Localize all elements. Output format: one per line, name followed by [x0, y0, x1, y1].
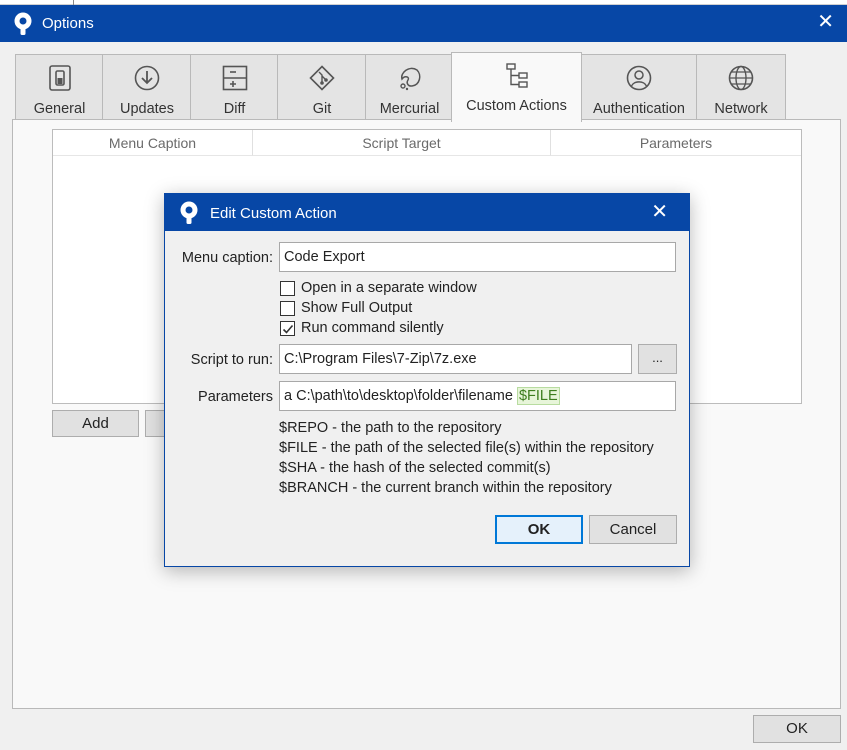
tab-git[interactable]: Git [277, 54, 367, 121]
tab-mercurial[interactable]: Mercurial [365, 54, 454, 121]
menu-caption-input[interactable]: Code Export [279, 242, 676, 272]
tab-label: Updates [119, 101, 174, 117]
tab-label: Custom Actions [466, 98, 567, 114]
help-line-file: $FILE - the path of the selected file(s)… [279, 440, 654, 456]
sourcetree-logo-icon [180, 201, 198, 224]
close-icon[interactable]: ✕ [817, 12, 834, 32]
help-line-sha: $SHA - the hash of the selected commit(s… [279, 460, 551, 476]
tab-authentication[interactable]: Authentication [580, 54, 698, 121]
checkbox-label: Open in a separate window [301, 280, 477, 296]
parameters-label: Parameters [198, 389, 273, 405]
script-to-run-label: Script to run: [190, 352, 273, 368]
column-header-parameters[interactable]: Parameters [551, 130, 801, 156]
dialog-title: Edit Custom Action [210, 205, 337, 222]
tab-updates[interactable]: Updates [102, 54, 192, 121]
dialog-titlebar: Edit Custom Action ✕ [165, 194, 689, 231]
tab-label: Network [714, 101, 768, 117]
parameters-text: a C:\path\to\desktop\folder\filename [284, 388, 517, 404]
toggle-switch-icon [48, 65, 71, 91]
show-full-output-checkbox[interactable] [280, 301, 295, 316]
download-circle-icon [134, 65, 160, 91]
help-line-branch: $BRANCH - the current branch within the … [279, 480, 612, 496]
file-variable-token: $FILE [516, 387, 560, 405]
column-header-menu-caption[interactable]: Menu Caption [53, 130, 253, 156]
checkmark-icon [282, 324, 294, 334]
menu-caption-label: Menu caption: [181, 250, 273, 266]
tab-diff[interactable]: Diff [190, 54, 279, 121]
options-ok-button[interactable]: OK [753, 715, 841, 743]
column-header-script-target[interactable]: Script Target [253, 130, 551, 156]
dialog-cancel-button[interactable]: Cancel [589, 515, 677, 544]
checkbox-label: Show Full Output [301, 300, 413, 316]
help-line-repo: $REPO - the path to the repository [279, 420, 502, 436]
parameters-input[interactable]: a C:\path\to\desktop\folder\filename $FI… [279, 381, 676, 411]
tab-label: Diff [223, 101, 246, 117]
run-silently-checkbox[interactable] [280, 321, 295, 336]
hierarchy-tree-icon [505, 63, 528, 88]
mercurial-drop-icon [399, 67, 420, 91]
options-titlebar: Options ✕ [0, 5, 847, 42]
tab-custom-actions[interactable]: Custom Actions [451, 52, 582, 122]
edit-custom-action-dialog: Edit Custom Action ✕ Menu caption: Code … [164, 193, 690, 567]
tab-label: Mercurial [379, 101, 440, 117]
tab-label: Git [312, 101, 332, 117]
tab-general[interactable]: General [15, 54, 104, 121]
script-path-input[interactable]: C:\Program Files\7-Zip\7z.exe [279, 344, 632, 374]
sourcetree-logo-icon [14, 12, 32, 35]
user-circle-icon [626, 65, 652, 91]
window-title: Options [42, 15, 94, 32]
tab-network[interactable]: Network [696, 54, 786, 121]
dialog-ok-button[interactable]: OK [495, 515, 583, 544]
open-separate-window-checkbox[interactable] [280, 281, 295, 296]
checkbox-label: Run command silently [301, 320, 444, 336]
globe-icon [728, 65, 754, 91]
tab-label: Authentication [593, 101, 685, 117]
git-diamond-icon [309, 65, 335, 91]
add-button[interactable]: Add [52, 410, 139, 437]
diff-plus-minus-icon [222, 65, 247, 91]
tab-label: General [33, 101, 86, 117]
browse-button[interactable]: ... [638, 344, 677, 374]
close-icon[interactable]: ✕ [651, 202, 668, 222]
